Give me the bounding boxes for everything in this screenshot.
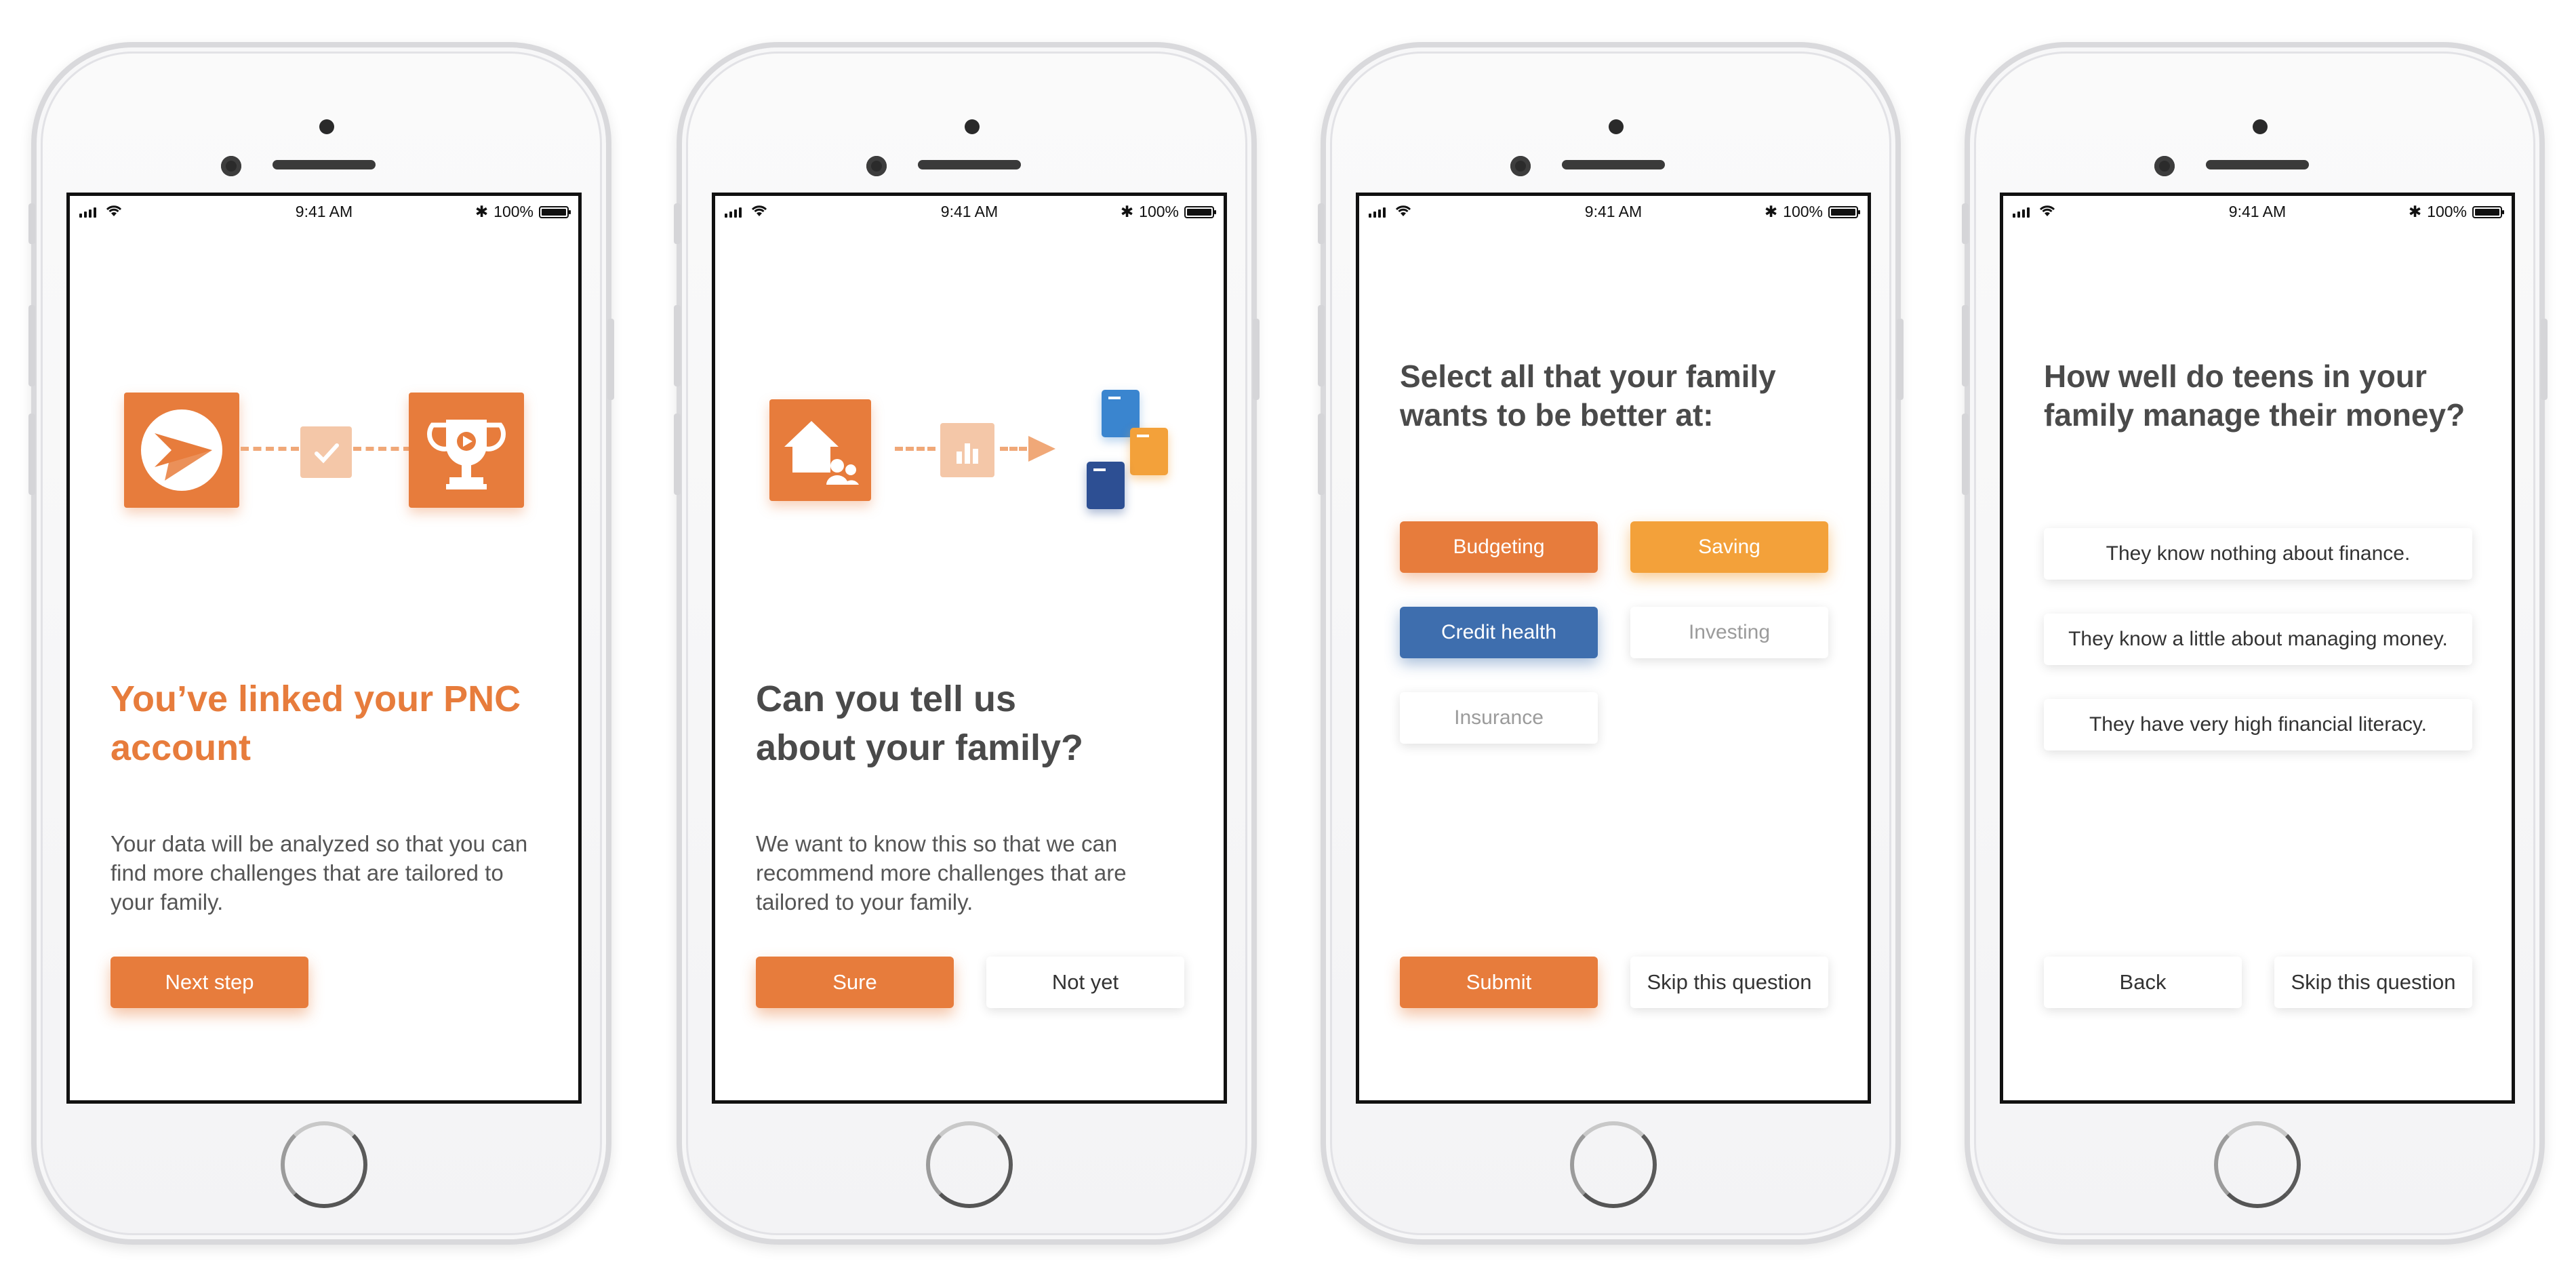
front-camera (221, 156, 241, 176)
connector-line (353, 447, 411, 451)
speaker (1562, 160, 1665, 169)
connector-line (241, 447, 299, 451)
front-camera (2154, 156, 2175, 176)
screen-teen-literacy: 9:41 AM ✱ 100% How well do teens in your … (2000, 193, 2515, 1104)
family-home-icon (769, 399, 871, 501)
phone-2: 9:41 AM ✱ 100% Can you tell us about your… (674, 42, 1260, 1245)
pnc-logo-icon (124, 393, 239, 508)
title-line: Can you tell us (756, 679, 1017, 719)
option-high-literacy[interactable]: They have very high financial literacy. (2044, 699, 2472, 750)
chip-investing[interactable]: Investing (1630, 607, 1828, 658)
arrow-icon (1028, 436, 1055, 462)
title-line: account (110, 727, 251, 768)
chip-budgeting[interactable]: Budgeting (1400, 521, 1598, 573)
yellow-card-icon (1130, 428, 1168, 475)
page-title: Can you tell us about your family? (756, 675, 1217, 772)
title-line: about your family? (756, 727, 1084, 768)
option-know-a-little[interactable]: They know a little about managing money. (2044, 614, 2472, 665)
body-line: We want to know this so that we can (756, 831, 1118, 856)
battery-percent: 100% (2427, 203, 2467, 220)
battery-percent: 100% (1139, 203, 1179, 220)
bluetooth-icon: ✱ (475, 203, 489, 220)
status-bar: 9:41 AM ✱ 100% (715, 200, 1224, 224)
bluetooth-icon: ✱ (1764, 203, 1778, 220)
check-icon (300, 426, 352, 478)
status-bar: 9:41 AM ✱ 100% (70, 200, 578, 224)
description: We want to know this so that we can reco… (756, 829, 1196, 917)
battery-icon (2472, 205, 2504, 218)
body-line: find more challenges that are tailored t… (110, 860, 504, 885)
skip-question-button[interactable]: Skip this question (2274, 957, 2472, 1008)
home-button[interactable] (2214, 1121, 2301, 1208)
camera (319, 119, 334, 134)
status-bar: 9:41 AM ✱ 100% (2003, 200, 2512, 224)
question-line: How well do teens in your (2044, 359, 2427, 394)
front-camera (1510, 156, 1531, 176)
speaker (918, 160, 1021, 169)
front-camera (866, 156, 887, 176)
skip-question-button[interactable]: Skip this question (1630, 957, 1828, 1008)
trophy-icon (409, 393, 524, 508)
option-know-nothing[interactable]: They know nothing about finance. (2044, 528, 2472, 580)
screen-select-goals: 9:41 AM ✱ 100% Select all that your famil… (1356, 193, 1871, 1104)
battery-icon (1828, 205, 1860, 218)
battery-icon (539, 205, 571, 218)
submit-button[interactable]: Submit (1400, 957, 1598, 1008)
camera (1609, 119, 1624, 134)
body-line: recommend more challenges that are (756, 860, 1127, 885)
camera (965, 119, 980, 134)
phone-1: 9:41 AM ✱ 100% You’ve linked your PNC ac… (28, 42, 614, 1245)
body-line: Your data will be analyzed so that you c… (110, 831, 528, 856)
question-line: family manage their money? (2044, 397, 2466, 433)
home-button[interactable] (281, 1121, 367, 1208)
question-title: Select all that your family wants to be … (1400, 357, 1847, 435)
screen-family-intro: 9:41 AM ✱ 100% Can you tell us about your… (712, 193, 1227, 1104)
connector-line (1000, 447, 1027, 451)
camera (2253, 119, 2268, 134)
body-line: tailored to your family. (756, 889, 973, 915)
question-line: Select all that your family (1400, 359, 1776, 394)
speaker (273, 160, 376, 169)
connector-line (895, 447, 935, 451)
home-button[interactable] (926, 1121, 1013, 1208)
title-line: You’ve linked your PNC (110, 679, 521, 719)
next-step-button[interactable]: Next step (110, 957, 308, 1008)
speaker (2206, 160, 2309, 169)
battery-icon (1184, 205, 1216, 218)
battery-percent: 100% (1783, 203, 1823, 220)
home-button[interactable] (1570, 1121, 1657, 1208)
body-line: your family. (110, 889, 224, 915)
navy-card-icon (1087, 462, 1125, 509)
chip-insurance[interactable]: Insurance (1400, 692, 1598, 744)
question-title: How well do teens in your family manage … (2044, 357, 2491, 435)
sure-button[interactable]: Sure (756, 957, 954, 1008)
bluetooth-icon: ✱ (2408, 203, 2422, 220)
screen-linked-account: 9:41 AM ✱ 100% You’ve linked your PNC ac… (66, 193, 582, 1104)
page-title: You’ve linked your PNC account (110, 675, 571, 772)
battery-percent: 100% (494, 203, 534, 220)
status-bar: 9:41 AM ✱ 100% (1359, 200, 1868, 224)
chip-saving[interactable]: Saving (1630, 521, 1828, 573)
chip-credit-health[interactable]: Credit health (1400, 607, 1598, 658)
not-yet-button[interactable]: Not yet (986, 957, 1184, 1008)
back-button[interactable]: Back (2044, 957, 2242, 1008)
bluetooth-icon: ✱ (1120, 203, 1134, 220)
description: Your data will be analyzed so that you c… (110, 829, 551, 917)
question-line: wants to be better at: (1400, 397, 1714, 433)
phone-4: 9:41 AM ✱ 100% How well do teens in your … (1962, 42, 2548, 1245)
phone-3: 9:41 AM ✱ 100% Select all that your famil… (1318, 42, 1904, 1245)
chart-icon (940, 423, 994, 477)
